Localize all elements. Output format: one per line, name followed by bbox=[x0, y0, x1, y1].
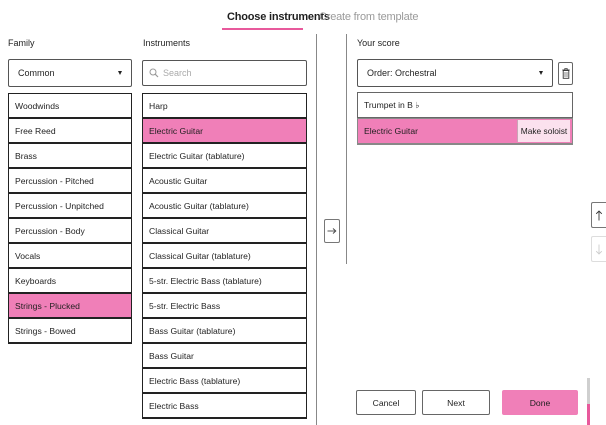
family-label: Family bbox=[8, 38, 35, 48]
your-score-label: Your score bbox=[357, 38, 400, 48]
instrument-item-label: Bass Guitar bbox=[149, 350, 194, 361]
family-item-label: Strings - Plucked bbox=[15, 300, 80, 311]
instrument-item[interactable]: Electric Guitar bbox=[142, 118, 307, 144]
instrument-item[interactable]: Classical Guitar (tablature) bbox=[142, 243, 307, 269]
family-item-label: Vocals bbox=[15, 250, 41, 261]
instrument-item-label: Electric Guitar bbox=[149, 125, 203, 136]
score-item-selected[interactable]: Electric Guitar Make soloist bbox=[357, 118, 573, 145]
family-list: Woodwinds Free Reed Brass Percussion - Pitc… bbox=[8, 93, 132, 344]
score-item-label: Trumpet in B ♭ bbox=[364, 99, 420, 110]
family-dropdown-value: Common bbox=[18, 68, 55, 78]
chevron-down-icon bbox=[539, 71, 543, 75]
arrow-up-icon bbox=[595, 209, 603, 220]
instruments-label: Instruments bbox=[143, 38, 191, 48]
family-item[interactable]: Percussion - Pitched bbox=[8, 168, 132, 194]
instrument-item-label: Classical Guitar bbox=[149, 225, 210, 236]
family-item[interactable]: Vocals bbox=[8, 243, 132, 269]
instrument-item[interactable]: Acoustic Guitar bbox=[142, 168, 307, 194]
arrow-right-icon bbox=[327, 228, 337, 234]
family-item[interactable]: Woodwinds bbox=[8, 93, 132, 119]
family-item[interactable]: Brass bbox=[8, 143, 132, 169]
move-down-button[interactable] bbox=[591, 236, 606, 262]
family-item-label: Keyboards bbox=[15, 275, 57, 286]
active-tab-indicator bbox=[222, 28, 303, 30]
order-dropdown-value: Order: Orchestral bbox=[367, 68, 437, 78]
instrument-item[interactable]: Electric Bass bbox=[142, 393, 307, 419]
tab-bar: Choose instruments Create from template bbox=[0, 11, 606, 31]
chevron-down-icon bbox=[118, 71, 122, 75]
family-item-label: Percussion - Unpitched bbox=[15, 200, 104, 211]
score-item[interactable]: Trumpet in B ♭ bbox=[357, 92, 573, 119]
next-button[interactable]: Next bbox=[422, 390, 490, 415]
trash-icon bbox=[561, 68, 570, 79]
family-item-label: Percussion - Pitched bbox=[15, 175, 94, 186]
make-soloist-button[interactable]: Make soloist bbox=[517, 120, 570, 142]
instrument-item[interactable]: Acoustic Guitar (tablature) bbox=[142, 193, 307, 219]
instrument-item-label: Acoustic Guitar (tablature) bbox=[149, 200, 249, 211]
done-button[interactable]: Done bbox=[502, 390, 578, 415]
instrument-item-label: Electric Bass bbox=[149, 400, 199, 411]
instrument-item-label: 5-str. Electric Bass bbox=[149, 300, 221, 311]
instrument-list: Harp Electric Guitar Electric Guitar (tabl… bbox=[142, 93, 307, 419]
instrument-item[interactable]: Classical Guitar bbox=[142, 218, 307, 244]
instrument-item-label: Acoustic Guitar bbox=[149, 175, 208, 186]
instrument-item[interactable]: Electric Bass (tablature) bbox=[142, 368, 307, 394]
instrument-item-label: Electric Guitar (tablature) bbox=[149, 150, 245, 161]
score-item-label: Electric Guitar bbox=[364, 126, 418, 136]
left-divider bbox=[316, 34, 317, 425]
instrument-item-label: Classical Guitar (tablature) bbox=[149, 250, 251, 261]
tab-choose-instruments[interactable]: Choose instruments bbox=[227, 11, 330, 23]
family-item[interactable]: Percussion - Body bbox=[8, 218, 132, 244]
instrument-item[interactable]: 5-str. Electric Bass (tablature) bbox=[142, 268, 307, 294]
family-item[interactable]: Strings - Bowed bbox=[8, 318, 132, 344]
family-item-label: Percussion - Body bbox=[15, 225, 85, 236]
family-item[interactable]: Strings - Plucked bbox=[8, 293, 132, 319]
search-placeholder: Search bbox=[163, 68, 192, 78]
family-item-label: Brass bbox=[15, 150, 37, 161]
order-dropdown[interactable]: Order: Orchestral bbox=[357, 59, 553, 87]
family-item[interactable]: Free Reed bbox=[8, 118, 132, 144]
family-item[interactable]: Percussion - Unpitched bbox=[8, 193, 132, 219]
instrument-item[interactable]: Bass Guitar bbox=[142, 343, 307, 369]
add-to-score-button[interactable] bbox=[324, 219, 340, 243]
family-item[interactable]: Keyboards bbox=[8, 268, 132, 294]
search-input[interactable]: Search bbox=[142, 60, 307, 86]
tab-create-from-template[interactable]: Create from template bbox=[319, 11, 419, 23]
family-dropdown[interactable]: Common bbox=[8, 59, 132, 87]
right-divider bbox=[346, 34, 347, 264]
family-item-label: Woodwinds bbox=[15, 100, 60, 111]
arrow-down-icon bbox=[595, 244, 603, 255]
scrollbar-thumb[interactable] bbox=[587, 404, 590, 425]
instrument-item-label: Electric Bass (tablature) bbox=[149, 375, 241, 386]
cancel-button[interactable]: Cancel bbox=[356, 390, 416, 415]
instrument-item[interactable]: Electric Guitar (tablature) bbox=[142, 143, 307, 169]
instrument-item-label: Harp bbox=[149, 100, 168, 111]
instrument-item-label: Bass Guitar (tablature) bbox=[149, 325, 236, 336]
instrument-item[interactable]: 5-str. Electric Bass bbox=[142, 293, 307, 319]
instrument-item[interactable]: Harp bbox=[142, 93, 307, 119]
instrument-item[interactable]: Bass Guitar (tablature) bbox=[142, 318, 307, 344]
family-item-label: Strings - Bowed bbox=[15, 325, 76, 336]
family-item-label: Free Reed bbox=[15, 125, 56, 136]
search-icon bbox=[149, 68, 159, 78]
move-up-button[interactable] bbox=[591, 202, 606, 228]
instrument-item-label: 5-str. Electric Bass (tablature) bbox=[149, 275, 262, 286]
delete-button[interactable] bbox=[558, 62, 573, 85]
